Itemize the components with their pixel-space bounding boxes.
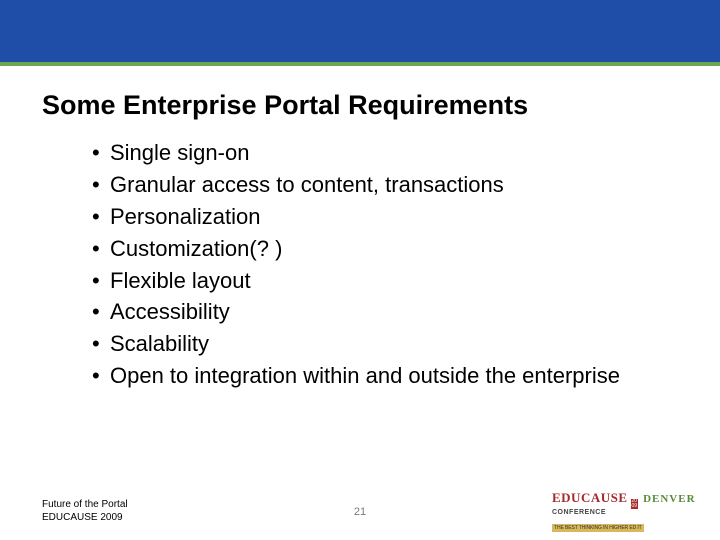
- list-item: •Single sign-on: [92, 137, 660, 169]
- bullet-icon: •: [92, 137, 110, 169]
- logo-year-badge: 2009: [631, 499, 639, 509]
- bullet-icon: •: [92, 360, 110, 392]
- logo-top-row: EDUCAUSE 2009 DENVER: [552, 490, 700, 509]
- bullet-icon: •: [92, 201, 110, 233]
- list-item-text: Scalability: [110, 328, 660, 360]
- footer-text: Future of the Portal EDUCAUSE 2009: [42, 498, 128, 524]
- page-number: 21: [354, 506, 366, 518]
- list-item: •Accessibility: [92, 296, 660, 328]
- logo-tagline: THE BEST THINKING IN HIGHER ED IT: [552, 524, 644, 532]
- logo-location: DENVER: [643, 493, 695, 505]
- header-bar: [0, 0, 720, 62]
- bullet-icon: •: [92, 169, 110, 201]
- bullet-icon: •: [92, 233, 110, 265]
- slide: Some Enterprise Portal Requirements •Sin…: [0, 0, 720, 540]
- bullet-list: •Single sign-on •Granular access to cont…: [92, 137, 660, 392]
- list-item-text: Granular access to content, transactions: [110, 169, 660, 201]
- list-item: •Flexible layout: [92, 265, 660, 297]
- list-item: •Customization(? ): [92, 233, 660, 265]
- footer: Future of the Portal EDUCAUSE 2009 21 ED…: [0, 484, 720, 524]
- header-accent-line: [0, 62, 720, 66]
- footer-line2: EDUCAUSE 2009: [42, 511, 128, 524]
- list-item-text: Single sign-on: [110, 137, 660, 169]
- bullet-icon: •: [92, 328, 110, 360]
- list-item-text: Flexible layout: [110, 265, 660, 297]
- educause-logo: EDUCAUSE 2009 DENVER CONFERENCE THE BEST…: [552, 490, 700, 524]
- list-item-text: Open to integration within and outside t…: [110, 360, 660, 392]
- bullet-icon: •: [92, 296, 110, 328]
- list-item: •Open to integration within and outside …: [92, 360, 660, 392]
- slide-title: Some Enterprise Portal Requirements: [42, 90, 720, 121]
- list-item: •Scalability: [92, 328, 660, 360]
- logo-conference: CONFERENCE: [552, 509, 700, 516]
- logo-brand: EDUCAUSE: [552, 490, 628, 506]
- list-item-text: Customization(? ): [110, 233, 660, 265]
- list-item: •Personalization: [92, 201, 660, 233]
- bullet-icon: •: [92, 265, 110, 297]
- footer-line1: Future of the Portal: [42, 498, 128, 511]
- list-item-text: Accessibility: [110, 296, 660, 328]
- list-item: •Granular access to content, transaction…: [92, 169, 660, 201]
- list-item-text: Personalization: [110, 201, 660, 233]
